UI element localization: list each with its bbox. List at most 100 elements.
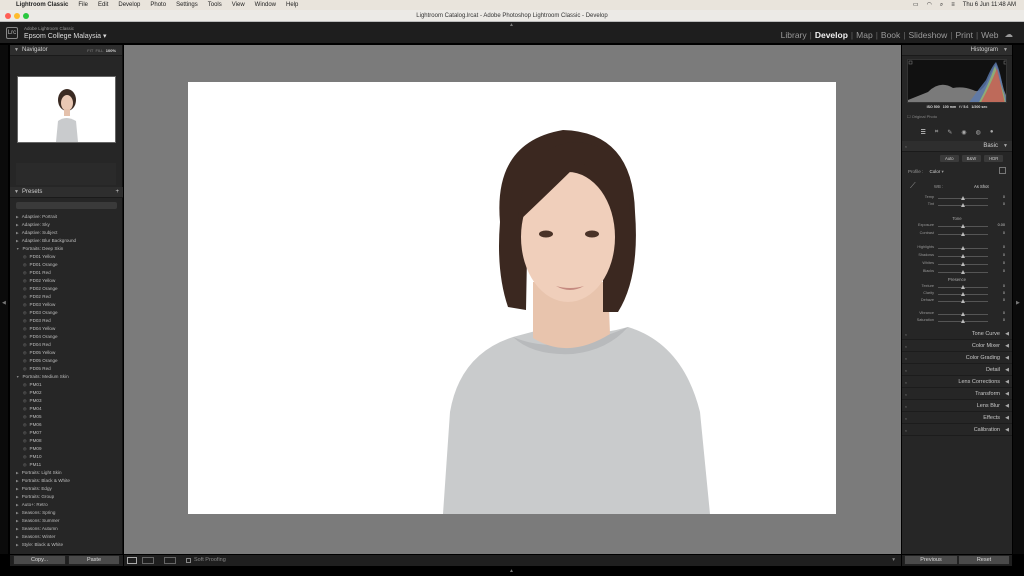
preset-item[interactable]: ◎ PM03	[10, 397, 123, 405]
preset-item[interactable]: ◎ PD02 Red	[10, 293, 123, 301]
reset-button[interactable]: Reset	[958, 555, 1010, 565]
catalog-name[interactable]: Epsom College Malaysia ▾	[24, 32, 107, 40]
menu-view[interactable]: View	[232, 0, 245, 10]
add-preset-icon[interactable]: +	[115, 187, 119, 198]
soft-proofing-checkbox[interactable]	[186, 558, 191, 563]
preset-group[interactable]: ▶ Portraits: Light Skin	[10, 469, 123, 477]
preset-item[interactable]: ◎ PD03 Yellow	[10, 301, 123, 309]
menu-develop[interactable]: Develop	[118, 0, 140, 10]
slider-value[interactable]: 0	[1003, 245, 1005, 249]
panel-visibility-icon[interactable]: ◐	[905, 353, 907, 364]
preset-item[interactable]: ◎ PD01 Yellow	[10, 253, 123, 261]
edit-sliders-icon[interactable]: ☰	[921, 129, 926, 136]
slider-exposure[interactable]: Exposure 0.00	[906, 223, 1008, 230]
preset-group[interactable]: ▶ Seasons: Autumn	[10, 525, 123, 533]
module-book[interactable]: Book	[878, 30, 903, 40]
module-print[interactable]: Print	[952, 30, 975, 40]
preset-item[interactable]: ◎ PD04 Red	[10, 341, 123, 349]
preset-item[interactable]: ◎ PD04 Orange	[10, 333, 123, 341]
preset-group[interactable]: ▶ Adaptive: Blur Background	[10, 237, 123, 245]
slider-value[interactable]: 0	[1003, 291, 1005, 295]
panel-visibility-icon[interactable]: ◐	[905, 401, 907, 412]
control-center-icon[interactable]: ≡	[951, 0, 955, 10]
slider-handle[interactable]	[961, 299, 965, 303]
panel-transform[interactable]: ◐ Transform ◀	[902, 389, 1012, 400]
preset-item[interactable]: ◎ PD05 Yellow	[10, 349, 123, 357]
histogram-header[interactable]: Histogram ▼	[902, 45, 1012, 56]
slider-handle[interactable]	[961, 285, 965, 289]
slider-handle[interactable]	[961, 254, 965, 258]
panel-color-mixer[interactable]: ◐ Color Mixer ◀	[902, 341, 1012, 352]
presets-icon[interactable]: ●	[990, 129, 994, 135]
panel-visibility-icon[interactable]: ◐	[905, 389, 907, 400]
histogram-graph[interactable]	[907, 59, 1007, 103]
slider-handle[interactable]	[961, 232, 965, 236]
slider-value[interactable]: 0	[1003, 195, 1005, 199]
slider-whites[interactable]: Whites 0	[906, 261, 1008, 268]
preset-group[interactable]: ▼ Portraits: Deep Skin	[10, 245, 123, 253]
module-develop[interactable]: Develop	[812, 30, 851, 40]
slider-saturation[interactable]: Saturation 0	[906, 318, 1008, 325]
preset-item[interactable]: ◎ PD01 Orange	[10, 261, 123, 269]
preset-group[interactable]: ▶ Portraits: Black & White	[10, 477, 123, 485]
clock[interactable]: Thu 6 Jun 11:48 AM	[963, 0, 1016, 10]
panel-visibility-icon[interactable]: ◐	[905, 377, 907, 388]
search-icon[interactable]: ⌕	[940, 0, 943, 10]
app-menu[interactable]: Lightroom Classic	[16, 0, 68, 10]
original-photo-checkbox[interactable]: ☐ Original Photo	[907, 114, 937, 119]
menu-photo[interactable]: Photo	[150, 0, 166, 10]
preset-group[interactable]: ▶ Seasons: Winter	[10, 533, 123, 541]
slider-handle[interactable]	[961, 319, 965, 323]
navigator-preview[interactable]	[17, 76, 116, 143]
preset-item[interactable]: ◎ PD03 Orange	[10, 309, 123, 317]
slider-highlights[interactable]: Highlights 0	[906, 245, 1008, 252]
presets-header[interactable]: ▼ Presets +	[10, 187, 123, 198]
slider-value[interactable]: 0.00	[998, 223, 1005, 227]
preset-item[interactable]: ◎ PD02 Yellow	[10, 277, 123, 285]
copy-button[interactable]: Copy...	[13, 555, 66, 565]
slider-value[interactable]: 0	[1003, 269, 1005, 273]
preset-item[interactable]: ◎ PD04 Yellow	[10, 325, 123, 333]
left-panel-toggle-icon[interactable]: ◀	[2, 300, 6, 306]
preset-item[interactable]: ◎ PM06	[10, 421, 123, 429]
slider-texture[interactable]: Texture 0	[906, 284, 1008, 291]
panel-visibility-icon[interactable]: ◐	[905, 341, 907, 352]
white-balance-eyedropper-icon[interactable]: ⟋	[910, 181, 916, 191]
slider-value[interactable]: 0	[1003, 261, 1005, 265]
basic-header[interactable]: ◐ Basic ▼	[902, 141, 1012, 152]
preset-item[interactable]: ◎ PM02	[10, 389, 123, 397]
profile-browser-icon[interactable]	[999, 167, 1006, 174]
auto-button[interactable]: Auto	[940, 155, 959, 162]
slider-value[interactable]: 0	[1003, 202, 1005, 206]
wb-value[interactable]: As Shot	[974, 184, 989, 189]
profile-value[interactable]: Color	[930, 169, 941, 174]
preset-item[interactable]: ◎ PM08	[10, 437, 123, 445]
module-web[interactable]: Web	[978, 30, 1001, 40]
preset-item[interactable]: ◎ PM05	[10, 413, 123, 421]
before-after-icon[interactable]	[142, 557, 154, 564]
preset-group[interactable]: ▶ Adaptive: Portrait	[10, 213, 123, 221]
slider-dehaze[interactable]: Dehaze 0	[906, 298, 1008, 305]
menu-window[interactable]: Window	[255, 0, 276, 10]
slider-handle[interactable]	[961, 246, 965, 250]
preset-group[interactable]: ▼ Portraits: Medium Skin	[10, 373, 123, 381]
menu-help[interactable]: Help	[286, 0, 298, 10]
slider-handle[interactable]	[961, 203, 965, 207]
preset-item[interactable]: ◎ PM09	[10, 445, 123, 453]
zoom-fill[interactable]: FILL	[96, 48, 104, 53]
previous-button[interactable]: Previous	[904, 555, 958, 565]
panel-visibility-icon[interactable]: ◐	[905, 365, 907, 376]
panel-visibility-icon[interactable]: ◐	[905, 141, 907, 152]
preset-item[interactable]: ◎ PM07	[10, 429, 123, 437]
panel-lens-blur[interactable]: ◐ Lens Blur ◀	[902, 401, 1012, 412]
zoom-100[interactable]: 100%	[106, 48, 116, 53]
hdr-button[interactable]: HDR	[984, 155, 1004, 162]
slider-value[interactable]: 0	[1003, 253, 1005, 257]
navigator-header[interactable]: ▼ Navigator FIT FILL 100%	[10, 45, 122, 56]
loupe-view-icon[interactable]	[127, 557, 137, 564]
module-map[interactable]: Map	[853, 30, 876, 40]
slider-value[interactable]: 0	[1003, 231, 1005, 235]
red-eye-icon[interactable]: ◉	[961, 129, 966, 136]
panel-calibration[interactable]: ◐ Calibration ◀	[902, 425, 1012, 436]
minimize-window-button[interactable]	[14, 13, 20, 19]
